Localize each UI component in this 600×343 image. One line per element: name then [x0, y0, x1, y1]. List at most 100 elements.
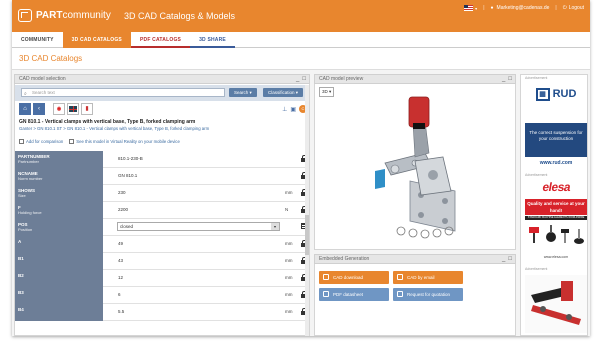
minimize-icon[interactable]: _ — [502, 75, 505, 83]
param-value[interactable]: 2200 — [118, 207, 128, 212]
pin-icon[interactable]: ⊥ — [282, 106, 287, 113]
logo-icon — [18, 9, 32, 22]
part-title: GN 810.1 - Vertical clamps with vertical… — [19, 119, 196, 125]
param-value: GN 810.1 — [118, 173, 138, 178]
image-icon[interactable]: ▣ — [290, 106, 296, 113]
cad-by-email-button[interactable]: CAD by email — [393, 271, 463, 284]
search-icon: ⌕ — [24, 91, 27, 97]
ad-label: Advertisement — [525, 267, 548, 271]
maximize-icon[interactable]: □ — [508, 255, 512, 263]
table-row: POS Position closed ▾ — [15, 219, 309, 236]
param-value[interactable]: 230 — [118, 190, 126, 195]
panel-header: CAD model preview _ □ — [314, 74, 516, 84]
minimize-icon[interactable]: _ — [296, 75, 299, 83]
uk-flag-icon[interactable] — [67, 103, 79, 115]
tab-pdf-catalogs[interactable]: PDF CATALOGS — [130, 32, 191, 48]
classification-button[interactable]: Classification ▾ — [263, 88, 304, 97]
cad-download-button[interactable]: CAD download — [319, 271, 389, 284]
home-button[interactable]: ⌂ — [19, 103, 31, 115]
download-icon — [323, 274, 329, 280]
rud-ad-url[interactable]: www.rud.com — [525, 160, 587, 166]
view-mode-select[interactable]: 3D ▾ — [319, 87, 335, 97]
scrollbar[interactable] — [305, 85, 309, 336]
table-row: NCNAME Norm number GN 810.1 — [15, 168, 309, 185]
add-comparison-link[interactable]: Add for comparison — [19, 139, 63, 145]
clamp-ad-image[interactable] — [525, 275, 587, 333]
vr-icon — [69, 139, 75, 145]
ad-label: Advertisement — [525, 173, 548, 177]
logout-icon: ⏻ — [562, 5, 567, 11]
app-title: 3D CAD Catalogs & Models — [124, 11, 236, 21]
search-placeholder: Search text — [32, 90, 55, 95]
table-row: SHOWS Size 230 mm — [15, 185, 309, 202]
email-icon — [397, 274, 403, 280]
main-tabs: COMMUNITY 3D CAD CATALOGS PDF CATALOGS 3… — [12, 32, 590, 48]
param-value: 49 — [118, 241, 124, 246]
logo-community: community — [62, 10, 111, 21]
view-vr-link[interactable]: See this model in Virtual Reality on you… — [69, 139, 180, 145]
param-value: 6 — [118, 292, 121, 297]
request-quotation-button[interactable]: Request for quotation — [393, 288, 463, 301]
tab-3d-share[interactable]: 3D SHARE — [190, 32, 235, 48]
maximize-icon[interactable]: □ — [302, 75, 306, 83]
elesa-ad-band: STANDARD MACHINE ELEMENTS WORLDWIDE — [525, 216, 587, 220]
elesa-ad-url[interactable]: www.elesa.com — [525, 255, 587, 259]
toolbar: ⌂ ‹ ◉ ▮ ⊥ ▣ C — [19, 103, 309, 117]
pdf-icon — [323, 291, 329, 297]
param-value: 43 — [118, 258, 124, 263]
table-row: B2 12 mm — [15, 270, 309, 287]
search-input[interactable]: ⌕ Search text — [21, 88, 225, 97]
breadcrumb[interactable]: Ganter > GN 810.1 ST > GN 810.1 - Vertic… — [19, 126, 209, 131]
table-row: B3 6 mm — [15, 287, 309, 304]
pdf-datasheet-button[interactable]: PDF datasheet — [319, 288, 389, 301]
elesa-ad-slogan[interactable]: Quality and service at your hand! — [525, 199, 587, 215]
embedded-generation-panel: Embedded Generation _ □ CAD download CAD … — [314, 254, 516, 336]
rud-logo[interactable]: ▦ RUD — [525, 81, 587, 107]
table-row: B1 43 mm — [15, 253, 309, 270]
part-actions: Add for comparison See this model in Vir… — [19, 139, 180, 145]
ganter-logo[interactable]: ◉ — [53, 103, 65, 115]
page-header: 3D CAD Catalogs — [12, 48, 590, 70]
user-email[interactable]: Marketing@cadenas.de — [497, 5, 550, 11]
clamp-3d-model[interactable] — [355, 91, 485, 241]
panel-title: CAD model preview — [319, 76, 364, 82]
ad-label: Advertisement — [525, 76, 548, 80]
elesa-logo[interactable]: elesa — [523, 180, 588, 198]
panel-title: Embedded Generation — [319, 256, 370, 262]
tab-community[interactable]: COMMUNITY — [12, 32, 63, 48]
param-value: 810.1-230-B — [118, 156, 143, 161]
rud-ad-banner[interactable]: The correct suspension for your construc… — [525, 123, 587, 157]
language-flag-icon[interactable] — [464, 5, 474, 11]
clamp-thumbnail-icon[interactable]: ▮ — [81, 103, 93, 115]
cad-model-selection-panel: CAD model selection _ □ ⌕ Search text Sea… — [14, 74, 310, 336]
panel-header: Embedded Generation _ □ — [314, 254, 516, 264]
param-value: 12 — [118, 275, 124, 280]
param-value: 5.5 — [118, 309, 125, 314]
maximize-icon[interactable]: □ — [508, 75, 512, 83]
chevron-down-icon[interactable]: ▾ — [475, 6, 477, 11]
table-row: A 49 mm — [15, 236, 309, 253]
elesa-products-image[interactable] — [527, 223, 585, 253]
table-row: F Holding force 2200 N — [15, 202, 309, 219]
tab-3d-cad-catalogs[interactable]: 3D CAD CATALOGS — [62, 32, 131, 48]
minimize-icon[interactable]: _ — [502, 255, 505, 263]
quotation-icon — [397, 291, 403, 297]
advertisement-column: Advertisement ▦ RUD The correct suspensio… — [520, 74, 588, 336]
cad-model-preview-panel: CAD model preview _ □ 3D ▾ — [314, 74, 516, 250]
search-button[interactable]: Search ▾ — [229, 88, 257, 97]
back-button[interactable]: ‹ — [33, 103, 45, 115]
user-icon: ● — [490, 5, 494, 11]
panel-action-icons: ⊥ ▣ C — [282, 105, 307, 113]
parameter-table: PARTNUMBER Partnumber 810.1-230-B NCNAME N… — [15, 151, 309, 321]
compare-icon — [19, 139, 24, 145]
logout-link[interactable]: Logout — [569, 5, 584, 11]
header-bar: PARTcommunity 3D CAD Catalogs & Models ▾… — [12, 0, 590, 32]
header-user-area: ▾ | ● Marketing@cadenas.de | ⏻ Logout — [464, 5, 584, 11]
logo-part: PART — [36, 10, 63, 21]
panel-title: CAD model selection — [19, 76, 66, 82]
partcommunity-logo[interactable]: PARTcommunity — [18, 9, 111, 22]
app-frame: PARTcommunity 3D CAD Catalogs & Models ▾… — [12, 0, 590, 336]
panel-header: CAD model selection _ □ — [14, 74, 310, 84]
page-title: 3D CAD Catalogs — [19, 54, 83, 63]
position-select[interactable]: closed ▾ — [117, 222, 280, 231]
